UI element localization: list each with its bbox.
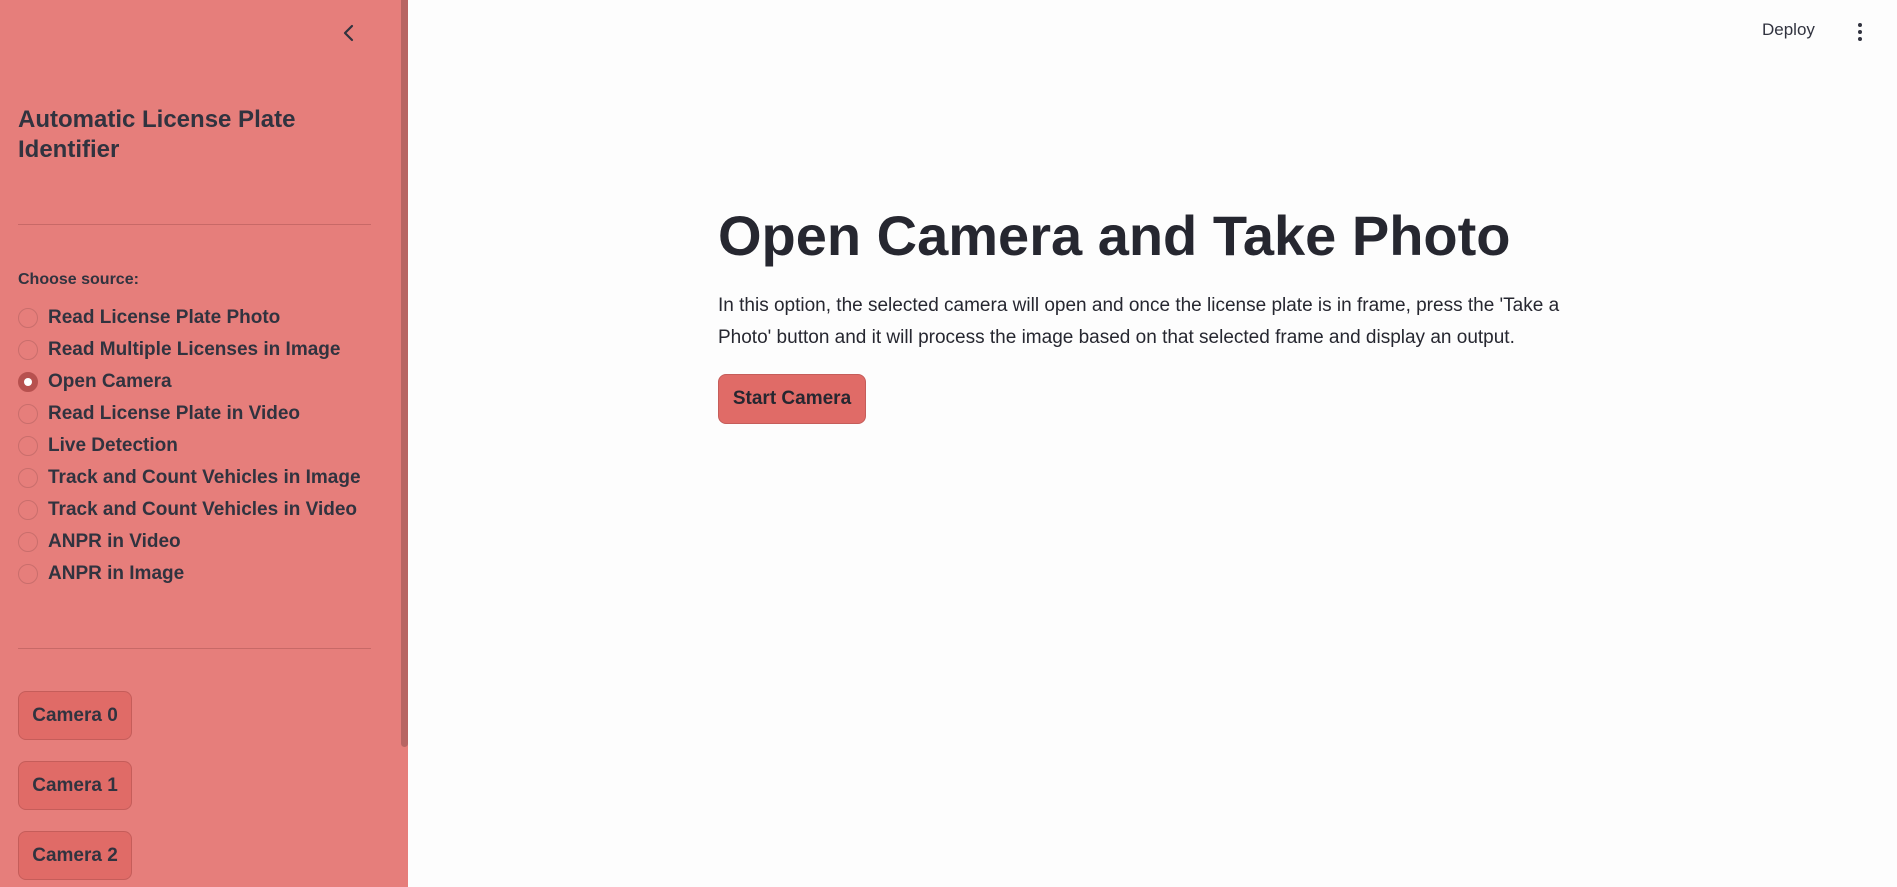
radio-button-selected[interactable] [18, 372, 38, 392]
page-title: Open Camera and Take Photo [718, 204, 1511, 267]
radio-option-label: Read License Plate in Video [48, 403, 301, 424]
radio-option-live-detection[interactable]: Live Detection [18, 430, 361, 462]
camera-0-button[interactable]: Camera 0 [18, 691, 132, 740]
radio-option-anpr-image[interactable]: ANPR in Image [18, 558, 361, 590]
chevron-left-icon [343, 24, 354, 42]
radio-button[interactable] [18, 436, 38, 456]
radio-button[interactable] [18, 532, 38, 552]
start-camera-button[interactable]: Start Camera [718, 374, 866, 424]
radio-button[interactable] [18, 500, 38, 520]
radio-option-read-license-plate-photo[interactable]: Read License Plate Photo [18, 302, 361, 334]
radio-option-label: Read Multiple Licenses in Image [48, 339, 341, 360]
radio-button[interactable] [18, 404, 38, 424]
kebab-menu-icon[interactable] [1852, 20, 1868, 44]
app-title: Automatic License Plate Identifier [18, 106, 296, 163]
radio-option-label: Track and Count Vehicles in Video [48, 499, 358, 520]
radio-option-track-count-video[interactable]: Track and Count Vehicles in Video [18, 494, 361, 526]
sidebar-divider-top [18, 224, 371, 225]
radio-button[interactable] [18, 340, 38, 360]
camera-2-button[interactable]: Camera 2 [18, 831, 132, 880]
radio-option-anpr-video[interactable]: ANPR in Video [18, 526, 361, 558]
radio-option-label: Track and Count Vehicles in Image [48, 467, 361, 488]
collapse-sidebar-button[interactable] [338, 22, 360, 44]
page-description: In this option, the selected camera will… [718, 295, 1560, 348]
sidebar-scrollbar[interactable] [401, 0, 408, 747]
radio-option-label: Read License Plate Photo [48, 307, 281, 328]
kebab-dot [1858, 37, 1862, 41]
source-radio-label: Choose source: [18, 271, 139, 288]
radio-option-track-count-image[interactable]: Track and Count Vehicles in Image [18, 462, 361, 494]
radio-button[interactable] [18, 308, 38, 328]
deploy-button[interactable]: Deploy [1762, 20, 1815, 40]
camera-1-button[interactable]: Camera 1 [18, 761, 132, 810]
kebab-dot [1858, 23, 1862, 27]
radio-option-label: ANPR in Video [48, 531, 181, 552]
radio-option-label: Live Detection [48, 435, 178, 456]
sidebar: Automatic License Plate Identifier Choos… [0, 0, 408, 887]
radio-option-read-license-plate-video[interactable]: Read License Plate in Video [18, 398, 361, 430]
source-radio-group: Read License Plate Photo Read Multiple L… [18, 302, 361, 590]
kebab-dot [1858, 30, 1862, 34]
radio-button[interactable] [18, 564, 38, 584]
radio-option-label: ANPR in Image [48, 563, 185, 584]
radio-button[interactable] [18, 468, 38, 488]
radio-option-read-multiple-licenses[interactable]: Read Multiple Licenses in Image [18, 334, 361, 366]
radio-option-open-camera[interactable]: Open Camera [18, 366, 361, 398]
sidebar-divider-bottom [18, 648, 371, 649]
radio-option-label: Open Camera [48, 371, 172, 392]
